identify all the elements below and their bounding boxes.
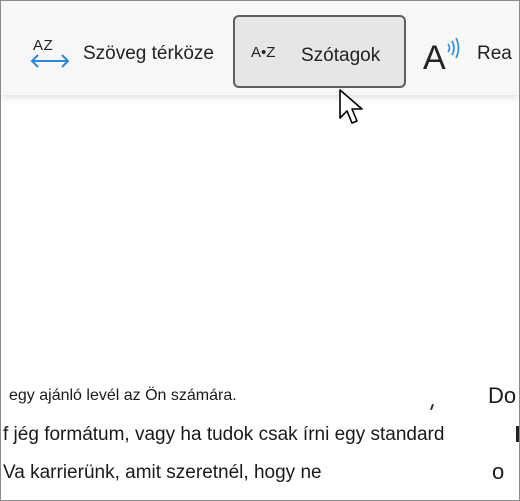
toolbar: AZ Szöveg térköze A•Z Szótagok A Rea <box>1 1 519 95</box>
syllables-icon: A•Z <box>251 44 276 61</box>
double-arrow-icon <box>30 54 70 68</box>
svg-text:A: A <box>423 39 446 73</box>
syllables-button[interactable]: A•Z Szótagok <box>233 15 406 88</box>
document-line: egy ajánló levél az Ön számára. <box>9 387 237 404</box>
immersive-reader-window: AZ Szöveg térköze A•Z Szótagok A Rea egy… <box>0 0 520 501</box>
text-spacing-icon: AZ <box>33 37 54 54</box>
mouse-pointer-icon <box>339 89 363 124</box>
document-right-column-text: o <box>492 459 505 484</box>
syllables-label: Szótagok <box>301 45 381 66</box>
document-line: f jég formátum, vagy ha tudok csak írni … <box>3 424 445 445</box>
text-mark <box>430 403 434 411</box>
text-spacing-label: Szöveg térköze <box>83 43 214 64</box>
read-aloud-icon: A <box>423 37 460 73</box>
document-line: Va karrierünk, amit szeretnél, hogy ne <box>3 462 322 483</box>
document-right-column-text: Do <box>488 383 517 408</box>
text-caret <box>516 426 519 442</box>
read-aloud-label: Rea <box>477 43 512 64</box>
